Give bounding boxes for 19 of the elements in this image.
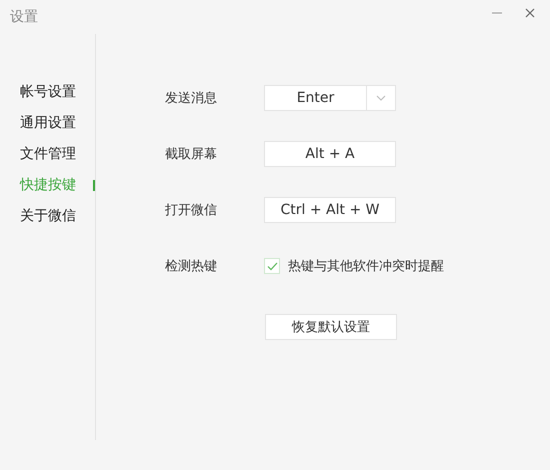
hotkey-field[interactable]: Alt + A <box>264 141 396 167</box>
window-title: 设置 <box>10 8 38 26</box>
hotkey-field[interactable]: Ctrl + Alt + W <box>264 197 396 223</box>
sidebar-item[interactable]: 通用设置 <box>0 108 95 139</box>
setting-label: 打开微信 <box>165 202 218 219</box>
send-key-dropdown[interactable]: Enter <box>264 85 396 111</box>
dropdown-value: Enter <box>296 90 336 106</box>
checkbox-label: 热键与其他软件冲突时提醒 <box>288 258 444 275</box>
reset-defaults-button[interactable]: 恢复默认设置 <box>265 314 397 340</box>
close-icon[interactable] <box>524 7 536 19</box>
sidebar-item[interactable]: 文件管理 <box>0 139 95 170</box>
setting-label: 检测热键 <box>165 258 218 275</box>
checkbox[interactable] <box>264 258 280 274</box>
chevron-down-icon[interactable] <box>376 95 386 101</box>
sidebar-item[interactable]: 帐号设置 <box>0 77 95 108</box>
check-icon <box>266 262 278 270</box>
sidebar-item[interactable]: 关于微信 <box>0 201 95 232</box>
setting-label: 发送消息 <box>165 90 218 107</box>
setting-label: 截取屏幕 <box>165 146 218 163</box>
